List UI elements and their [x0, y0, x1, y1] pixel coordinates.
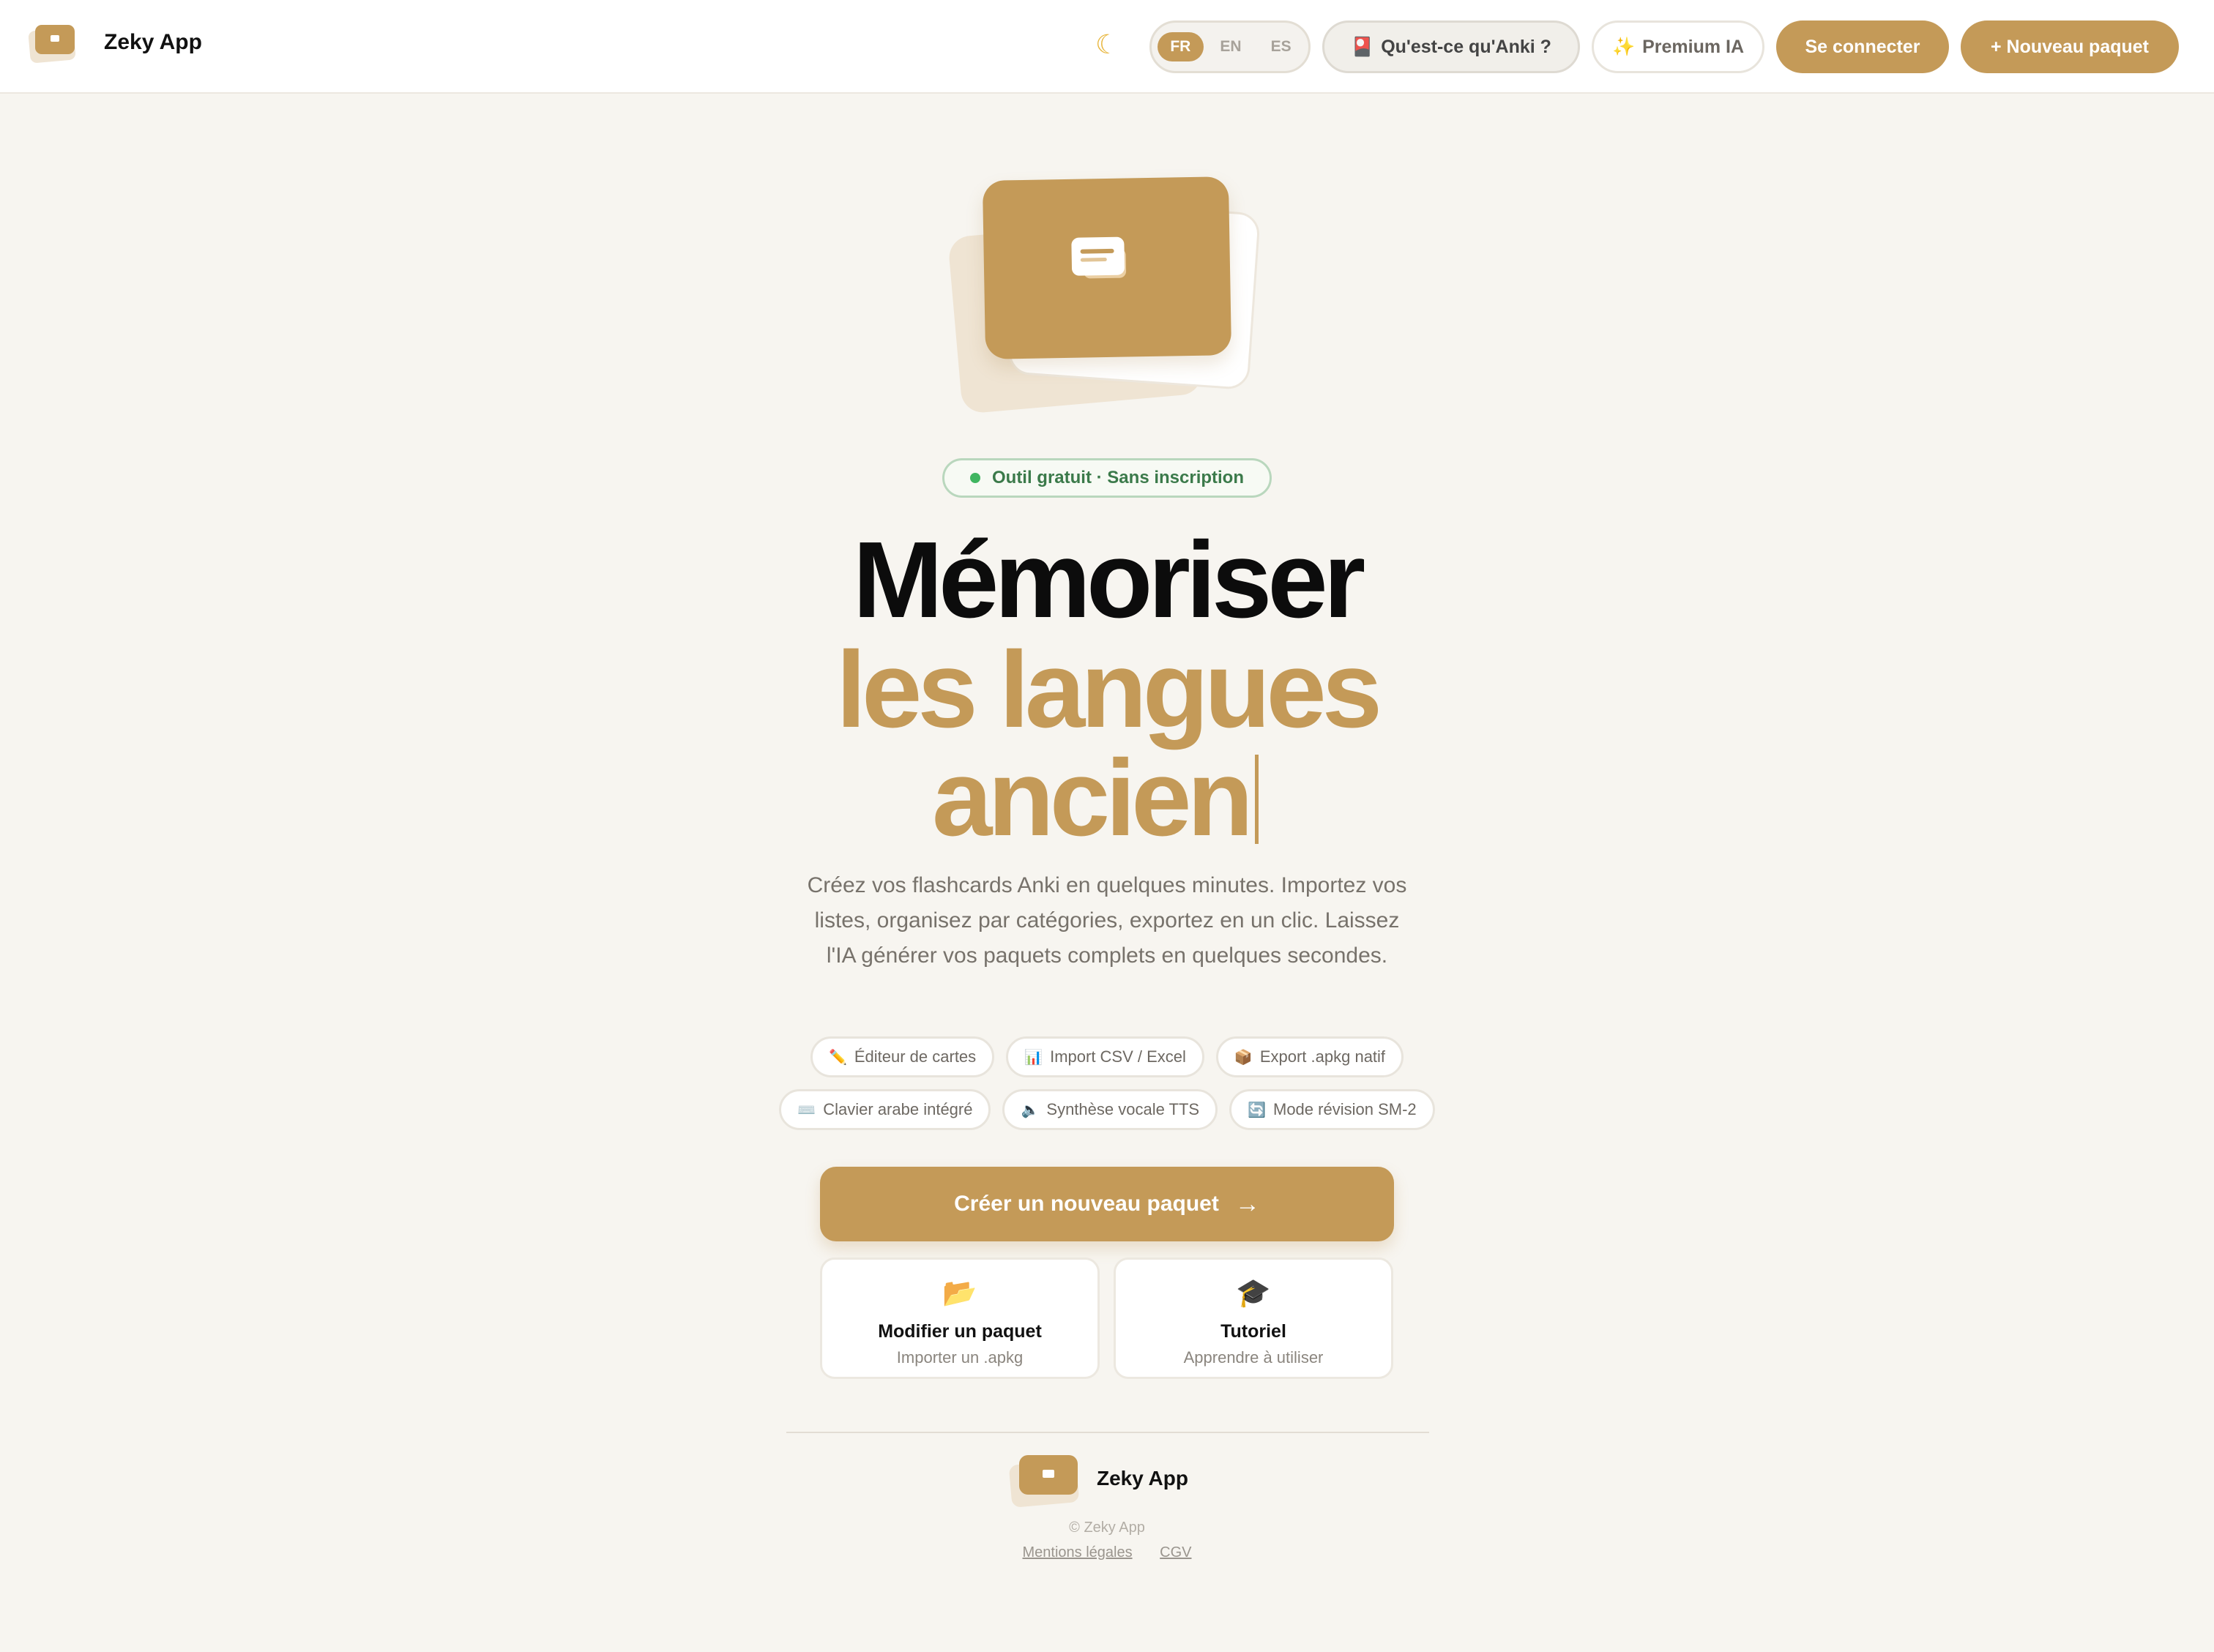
login-button[interactable]: Se connecter [1776, 20, 1949, 73]
card-icon: 🎴 [1351, 36, 1374, 57]
language-option-es[interactable]: ES [1258, 32, 1304, 61]
pencil-icon: ✏️ [828, 1049, 847, 1066]
feature-pill-apkg-export: 📦 Export .apkg natif [1215, 1036, 1404, 1077]
free-tool-badge-label: Outil gratuit · Sans inscription [991, 468, 1244, 487]
hero-title-line-1: Mémoriser [852, 520, 1366, 640]
footer-divider [786, 1432, 1429, 1433]
package-icon: 📦 [1234, 1049, 1253, 1066]
folder-icon: 📂 [942, 1278, 977, 1309]
feature-pill-card-editor: ✏️ Éditeur de cartes [810, 1036, 995, 1077]
hero-cards-illustration [944, 176, 1274, 417]
tutorial-card[interactable]: 🎓 Tutoriel Apprendre à utiliser [1114, 1257, 1393, 1379]
feature-pill-label: Synthèse vocale TTS [1046, 1100, 1200, 1118]
hero-description: Créez vos flashcards Anki en quelques mi… [807, 873, 1407, 968]
typing-caret [1254, 755, 1259, 844]
app-logo-icon [28, 22, 79, 64]
feature-pill-label: Éditeur de cartes [854, 1047, 977, 1066]
terms-link[interactable]: CGV [1160, 1544, 1191, 1561]
edit-deck-subtitle: Importer un .apkg [896, 1348, 1024, 1367]
footer-brand: Zeky App [1008, 1452, 1188, 1508]
refresh-icon: 🔄 [1248, 1102, 1266, 1118]
create-new-deck-label: Créer un nouveau paquet [954, 1192, 1219, 1216]
bar-chart-icon: 📊 [1024, 1049, 1043, 1066]
speaker-icon: 🔈 [1021, 1102, 1040, 1118]
what-is-anki-label: Qu'est-ce qu'Anki ? [1381, 36, 1551, 57]
feature-pill-sm2-review: 🔄 Mode révision SM-2 [1229, 1089, 1435, 1130]
language-option-en[interactable]: EN [1208, 32, 1254, 61]
footer-links: Mentions légales CGV [0, 1544, 2214, 1561]
new-deck-button[interactable]: + Nouveau paquet [1961, 20, 2179, 73]
feature-pill-label: Export .apkg natif [1259, 1047, 1386, 1066]
feature-pill-label: Import CSV / Excel [1050, 1047, 1186, 1066]
hero-title-line-3: ancien [0, 744, 2202, 853]
keyboard-icon: ⌨️ [797, 1102, 816, 1118]
feature-pill-label: Mode révision SM-2 [1273, 1100, 1417, 1118]
tutorial-title: Tutoriel [1220, 1321, 1286, 1342]
edit-deck-title: Modifier un paquet [878, 1321, 1042, 1342]
feature-pills-row-2: ⌨️ Clavier arabe intégré 🔈 Synthèse voca… [732, 1089, 1482, 1130]
what-is-anki-button[interactable]: 🎴 Qu'est-ce qu'Anki ? [1322, 20, 1580, 73]
premium-ai-button[interactable]: ✨ Premium IA [1592, 20, 1764, 73]
hero-title-typed-text: ancien [932, 738, 1253, 859]
edit-deck-card[interactable]: 📂 Modifier un paquet Importer un .apkg [820, 1257, 1100, 1379]
brand-logo-link[interactable]: Zeky App [28, 22, 202, 64]
hero-title-line-2: les langues [835, 629, 1382, 750]
arrow-right-icon: → [1234, 1189, 1260, 1218]
free-tool-badge: Outil gratuit · Sans inscription [942, 458, 1272, 498]
footer-copyright: © Zeky App [1069, 1520, 1145, 1536]
brand-name: Zeky App [104, 30, 202, 54]
tutorial-subtitle: Apprendre à utiliser [1183, 1348, 1324, 1367]
top-navigation-bar: Zeky App ☾ FR EN ES 🎴 Qu'est-ce qu'Anki … [0, 0, 2214, 94]
premium-ai-label: Premium IA [1642, 36, 1745, 57]
status-dot-icon [969, 473, 980, 483]
feature-pill-arabic-keyboard: ⌨️ Clavier arabe intégré [779, 1089, 991, 1130]
sparkles-icon: ✨ [1611, 36, 1636, 57]
feature-pill-label: Clavier arabe intégré [823, 1100, 973, 1118]
feature-pills-row-1: ✏️ Éditeur de cartes 📊 Import CSV / Exce… [732, 1036, 1482, 1077]
legal-notice-link[interactable]: Mentions légales [1023, 1544, 1133, 1561]
language-option-fr[interactable]: FR [1158, 32, 1204, 61]
feature-pill-csv-import: 📊 Import CSV / Excel [1006, 1036, 1204, 1077]
moon-icon[interactable]: ☾ [1095, 29, 1119, 60]
footer-logo-icon [1008, 1452, 1084, 1508]
footer-brand-name: Zeky App [1097, 1467, 1188, 1490]
create-new-deck-button[interactable]: Créer un nouveau paquet → [820, 1167, 1394, 1241]
flashcard-icon [1071, 236, 1127, 279]
language-switcher: FR EN ES [1149, 20, 1311, 73]
feature-pill-tts: 🔈 Synthèse vocale TTS [1002, 1089, 1218, 1130]
graduation-cap-icon: 🎓 [1236, 1278, 1271, 1309]
